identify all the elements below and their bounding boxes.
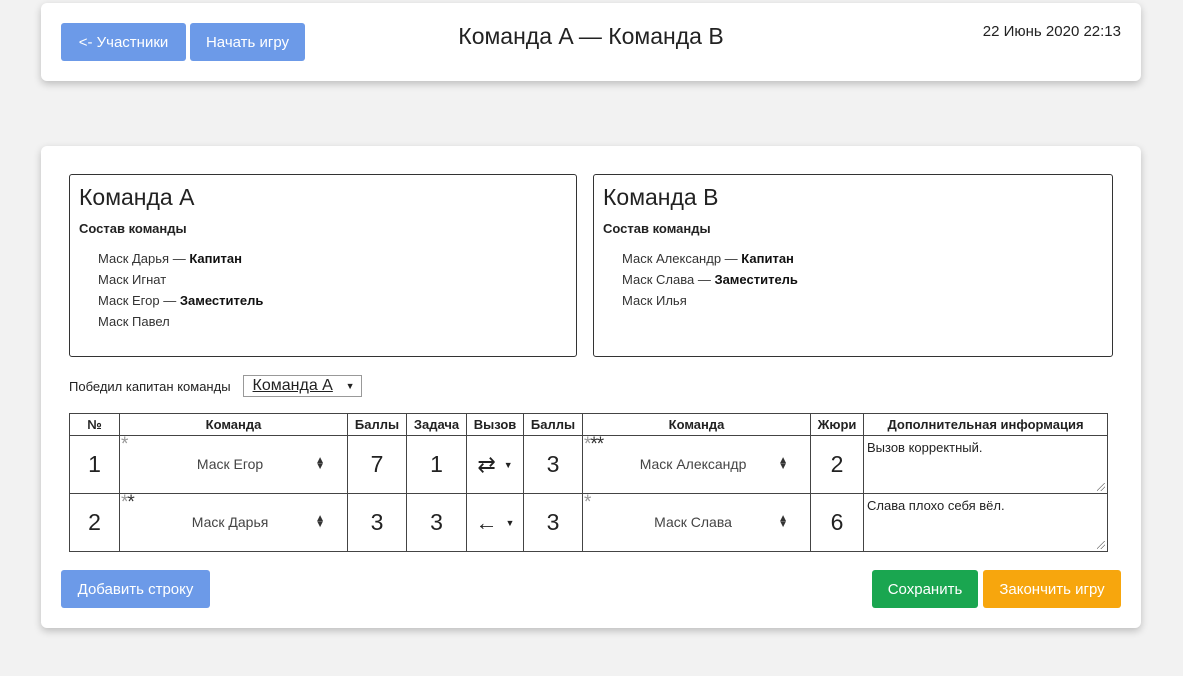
player-stars: * <box>584 492 591 513</box>
right-score[interactable]: 3 <box>523 493 583 552</box>
table-row: 2 ** Маск Дарья ▲ ▼ 3 3 ← ▼ 3 * Маск Сла… <box>69 492 1108 552</box>
roster-item: Маск Слава — Заместитель <box>622 272 798 287</box>
caret-down-icon: ▼ <box>345 381 355 391</box>
captain-winner-value: Команда A <box>252 377 333 394</box>
jury-score[interactable]: 2 <box>810 435 864 494</box>
caret-down-icon: ▼ <box>503 459 513 470</box>
task-number[interactable]: 3 <box>406 493 467 552</box>
column-header-jury: Жюри <box>810 413 864 436</box>
left-score[interactable]: 7 <box>347 435 407 494</box>
table-header-row: № Команда Баллы Задача Вызов Баллы Коман… <box>69 413 1108 436</box>
team-a-panel: Команда A Состав команды Маск Дарья — Ка… <box>69 174 577 357</box>
right-score[interactable]: 3 <box>523 435 583 494</box>
updown-arrows-icon: ▲ ▼ <box>778 513 788 530</box>
team-b-roster-heading: Состав команды <box>603 221 711 236</box>
player-stars: ** <box>121 492 135 513</box>
left-arrow-icon: ← <box>475 509 498 535</box>
updown-arrows-icon: ▲ ▼ <box>315 455 325 472</box>
finish-game-button[interactable]: Закончить игру <box>983 570 1121 608</box>
right-player-cell: * Маск Слава ▲ ▼ <box>582 492 811 552</box>
team-a-name: Команда A <box>79 184 195 210</box>
player-stars: *** <box>584 434 604 455</box>
call-cell: ← ▼ <box>466 493 524 552</box>
task-number[interactable]: 1 <box>406 435 467 494</box>
column-header-task: Задача <box>406 413 467 436</box>
save-button[interactable]: Сохранить <box>872 570 978 608</box>
resize-grip-icon[interactable] <box>1097 541 1105 549</box>
left-player-select[interactable]: Маск Егор ▲ ▼ <box>145 455 325 473</box>
roster-item: Маск Александр — Капитан <box>622 251 794 266</box>
add-row-button[interactable]: Добавить строку <box>61 570 210 608</box>
datetime: 22 Июнь 2020 22:13 <box>982 23 1121 40</box>
column-header-number: № <box>69 413 120 436</box>
player-stars: * <box>121 434 128 455</box>
roster-item: Маск Игнат <box>98 272 167 287</box>
column-header-info: Дополнительная информация <box>863 413 1108 436</box>
main-card: Команда A Состав команды Маск Дарья — Ка… <box>41 146 1141 628</box>
exchange-arrows-icon: ⇄ <box>477 451 496 477</box>
info-cell: Вызов корректный. <box>863 435 1108 494</box>
table-row: 1 * Маск Егор ▲ ▼ 7 1 ⇄ ▼ 3 *** Маск Але… <box>69 434 1108 494</box>
roster-item: Маск Егор — Заместитель <box>98 293 264 308</box>
left-player-select[interactable]: Маск Дарья ▲ ▼ <box>145 513 325 531</box>
info-textarea[interactable]: Слава плохо себя вёл. <box>864 494 1107 551</box>
team-a-roster: Маск Дарья — Капитан Маск Игнат Маск Его… <box>98 251 263 335</box>
roster-item: Маск Илья <box>622 293 687 308</box>
info-cell: Слава плохо себя вёл. <box>863 493 1108 552</box>
caret-down-icon: ▼ <box>505 517 515 528</box>
row-number: 2 <box>69 493 120 552</box>
right-player-select[interactable]: Маск Александр ▲ ▼ <box>608 455 788 473</box>
left-player-cell: * Маск Егор ▲ ▼ <box>119 434 348 494</box>
updown-arrows-icon: ▲ ▼ <box>315 513 325 530</box>
updown-arrows-icon: ▲ ▼ <box>778 455 788 472</box>
column-header-team: Команда <box>119 413 348 436</box>
left-score[interactable]: 3 <box>347 493 407 552</box>
captain-winner-label: Победил капитан команды <box>69 378 231 394</box>
left-player-cell: ** Маск Дарья ▲ ▼ <box>119 492 348 552</box>
score-table: № Команда Баллы Задача Вызов Баллы Коман… <box>69 413 1108 552</box>
team-b-panel: Команда B Состав команды Маск Александр … <box>593 174 1113 357</box>
right-player-cell: *** Маск Александр ▲ ▼ <box>582 434 811 494</box>
resize-grip-icon[interactable] <box>1097 483 1105 491</box>
roster-item: Маск Дарья — Капитан <box>98 251 242 266</box>
team-a-roster-heading: Состав команды <box>79 221 187 236</box>
team-b-name: Команда B <box>603 184 719 210</box>
column-header-points: Баллы <box>523 413 583 436</box>
column-header-call: Вызов <box>466 413 524 436</box>
captain-winner-row: Победил капитан команды Команда A ▼ <box>69 374 362 398</box>
captain-winner-select[interactable]: Команда A ▼ <box>242 375 362 397</box>
team-b-roster: Маск Александр — Капитан Маск Слава — За… <box>622 251 798 314</box>
roster-item: Маск Павел <box>98 314 170 329</box>
header-card: <- Участники Начать игру Команда A — Ком… <box>41 3 1141 81</box>
right-player-select[interactable]: Маск Слава ▲ ▼ <box>608 513 788 531</box>
column-header-points: Баллы <box>347 413 407 436</box>
jury-score[interactable]: 6 <box>810 493 864 552</box>
call-type-select[interactable]: ⇄ ▼ <box>467 452 523 478</box>
call-type-select[interactable]: ← ▼ <box>467 510 523 536</box>
info-textarea[interactable]: Вызов корректный. <box>864 436 1107 493</box>
page-title: Команда A — Команда B <box>458 23 724 49</box>
call-cell: ⇄ ▼ <box>466 435 524 494</box>
row-number: 1 <box>69 435 120 494</box>
column-header-team: Команда <box>582 413 811 436</box>
